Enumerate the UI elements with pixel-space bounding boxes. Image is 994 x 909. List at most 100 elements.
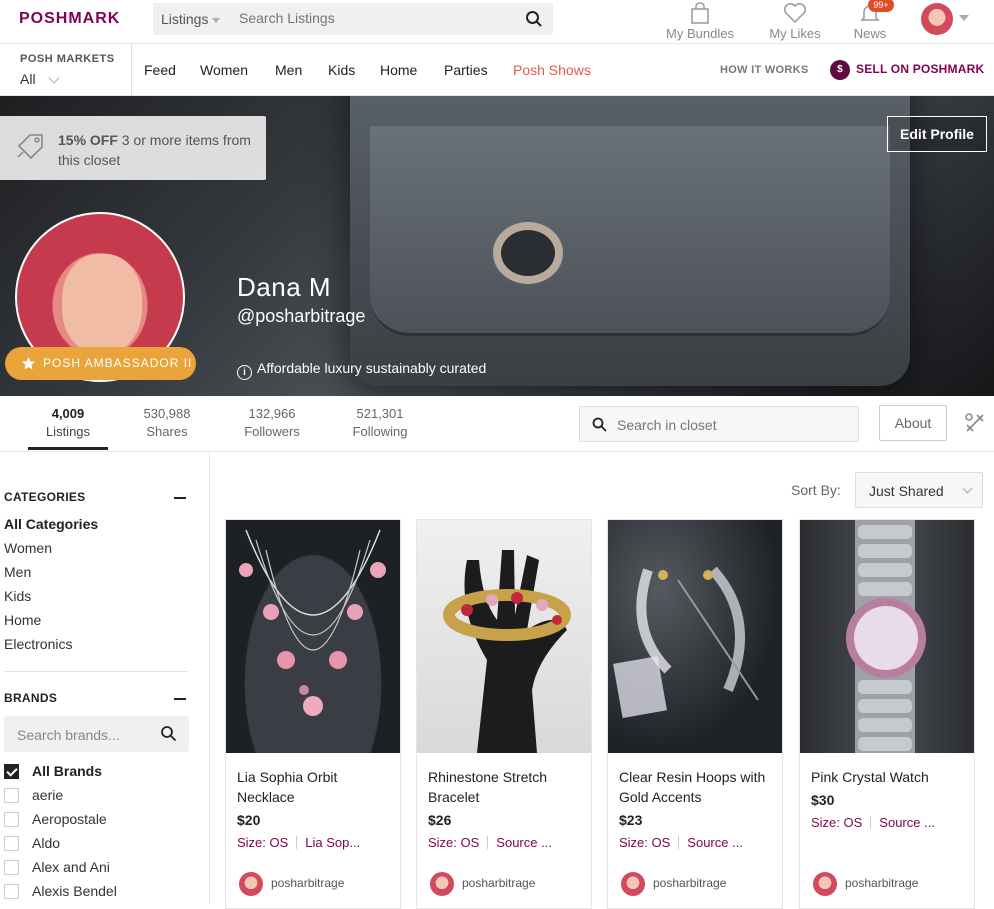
- about-button[interactable]: About: [879, 405, 947, 441]
- my-likes-link[interactable]: My Likes: [764, 2, 826, 41]
- brand-filter-all[interactable]: All Brands: [4, 763, 102, 779]
- posh-markets-selector[interactable]: POSH MARKETS All: [0, 44, 132, 96]
- closet-search-input[interactable]: Search in closet: [579, 406, 859, 442]
- my-bundles-link[interactable]: My Bundles: [664, 2, 736, 41]
- checkbox[interactable]: [4, 860, 19, 875]
- listing-brand[interactable]: Source ...: [687, 835, 743, 850]
- nav-posh-shows[interactable]: Posh Shows: [513, 62, 591, 78]
- nav-women[interactable]: Women: [200, 62, 248, 78]
- category-electronics[interactable]: Electronics: [4, 636, 72, 652]
- sort-dropdown[interactable]: Just Shared: [855, 472, 983, 508]
- stat-following[interactable]: 521,301 Following: [340, 406, 420, 439]
- collapse-brands-icon[interactable]: [174, 698, 186, 700]
- listing-card[interactable]: Rhinestone Stretch Bracelet $26 Size: OS…: [416, 519, 592, 909]
- nav-men[interactable]: Men: [275, 62, 302, 78]
- listing-seller[interactable]: posharbitrage: [813, 872, 918, 896]
- listing-meta: Size: OS Lia Sop...: [237, 835, 360, 850]
- stat-label: Shares: [146, 424, 188, 439]
- seller-avatar: [813, 872, 837, 896]
- listing-card[interactable]: Clear Resin Hoops with Gold Accents $23 …: [607, 519, 783, 909]
- brand-filter-item[interactable]: Aldo: [4, 835, 60, 851]
- category-men[interactable]: Men: [4, 564, 31, 580]
- chevron-down-icon: [48, 72, 60, 84]
- top-bar: POSHMARK Listings My Bundles My Likes 99…: [0, 0, 994, 44]
- brand-label: Aldo: [32, 835, 61, 851]
- brand-label: aerie: [32, 787, 64, 803]
- posh-ambassador-badge[interactable]: POSH AMBASSADOR II: [5, 347, 196, 380]
- seller-name: posharbitrage: [845, 876, 919, 891]
- stat-followers[interactable]: 132,966 Followers: [232, 406, 312, 439]
- listing-size: Size: OS: [237, 835, 289, 850]
- brand-label: All Brands: [32, 763, 103, 779]
- category-home[interactable]: Home: [4, 612, 41, 628]
- checkbox[interactable]: [4, 884, 19, 899]
- listing-image[interactable]: [226, 520, 400, 753]
- search-input[interactable]: [239, 10, 509, 26]
- chevron-down-icon: [212, 17, 221, 23]
- stat-listings[interactable]: 4,009 Listings: [28, 406, 108, 439]
- listing-size: Size: OS: [619, 835, 671, 850]
- nav-kids[interactable]: Kids: [328, 62, 355, 78]
- edit-profile-button[interactable]: Edit Profile: [887, 116, 987, 152]
- search-category-label: Listings: [161, 11, 209, 27]
- brand-search-placeholder: Search brands...: [17, 727, 120, 743]
- listing-seller[interactable]: posharbitrage: [239, 872, 344, 896]
- listing-brand[interactable]: Source ...: [879, 815, 935, 830]
- ambassador-label: POSH AMBASSADOR II: [43, 356, 193, 370]
- listing-brand[interactable]: Source ...: [496, 835, 552, 850]
- listing-image[interactable]: [800, 520, 974, 753]
- user-avatar[interactable]: [921, 3, 953, 35]
- seller-name: posharbitrage: [271, 876, 345, 891]
- listing-card[interactable]: Lia Sophia Orbit Necklace $20 Size: OS Li…: [225, 519, 401, 909]
- chevron-down-icon: [962, 483, 973, 494]
- listing-price: $20: [237, 812, 261, 828]
- star-icon: [22, 357, 35, 370]
- category-women[interactable]: Women: [4, 540, 52, 556]
- brand-search-input[interactable]: Search brands...: [4, 716, 189, 752]
- promo-text: 15% OFF 3 or more items from this closet: [58, 130, 258, 170]
- chevron-down-icon[interactable]: [959, 15, 969, 21]
- news-link[interactable]: 99+ News: [848, 0, 894, 41]
- nav-feed[interactable]: Feed: [144, 62, 176, 78]
- listing-seller[interactable]: posharbitrage: [621, 872, 726, 896]
- posh-markets-value: All: [20, 71, 36, 87]
- tools-icon[interactable]: [963, 411, 987, 435]
- stat-label: Listings: [45, 424, 91, 439]
- search-category-dropdown[interactable]: Listings: [161, 11, 221, 27]
- listing-title[interactable]: Pink Crystal Watch: [811, 767, 961, 787]
- stat-shares[interactable]: 530,988 Shares: [127, 406, 207, 439]
- how-it-works-link[interactable]: HOW IT WORKS: [720, 64, 809, 76]
- collapse-categories-icon[interactable]: [174, 497, 186, 499]
- checkbox[interactable]: [4, 812, 19, 827]
- category-all[interactable]: All Categories: [4, 516, 98, 532]
- brand-filter-item[interactable]: Alexis Bendel: [4, 883, 117, 899]
- category-kids[interactable]: Kids: [4, 588, 31, 604]
- listing-title[interactable]: Lia Sophia Orbit Necklace: [237, 767, 387, 807]
- listing-title[interactable]: Clear Resin Hoops with Gold Accents: [619, 767, 769, 807]
- sell-on-poshmark-link[interactable]: $ SELL ON POSHMARK: [830, 60, 984, 80]
- listing-image[interactable]: [417, 520, 591, 753]
- poshmark-logo[interactable]: POSHMARK: [19, 10, 120, 28]
- closet-search-placeholder: Search in closet: [617, 417, 717, 433]
- search-bar: Listings: [153, 3, 553, 35]
- checkbox[interactable]: [4, 764, 19, 779]
- listing-image[interactable]: [608, 520, 782, 753]
- brand-filter-item[interactable]: aerie: [4, 787, 63, 803]
- search-icon[interactable]: [525, 10, 543, 28]
- sell-label: SELL ON POSHMARK: [856, 62, 985, 77]
- nav-home[interactable]: Home: [380, 62, 417, 78]
- listing-brand[interactable]: Lia Sop...: [305, 835, 360, 850]
- earrings-photo: [613, 566, 759, 719]
- listing-title[interactable]: Rhinestone Stretch Bracelet: [428, 767, 578, 807]
- brand-filter-item[interactable]: Alex and Ani: [4, 859, 110, 875]
- listing-card[interactable]: Pink Crystal Watch $30 Size: OS Source ..…: [799, 519, 975, 909]
- seller-name: posharbitrage: [653, 876, 727, 891]
- stat-label: Followers: [244, 424, 300, 439]
- watch-photo: [846, 520, 926, 753]
- checkbox[interactable]: [4, 788, 19, 803]
- listing-seller[interactable]: posharbitrage: [430, 872, 535, 896]
- checkbox[interactable]: [4, 836, 19, 851]
- stat-value: 132,966: [248, 406, 296, 421]
- brand-filter-item[interactable]: Aeropostale: [4, 811, 107, 827]
- nav-parties[interactable]: Parties: [444, 62, 488, 78]
